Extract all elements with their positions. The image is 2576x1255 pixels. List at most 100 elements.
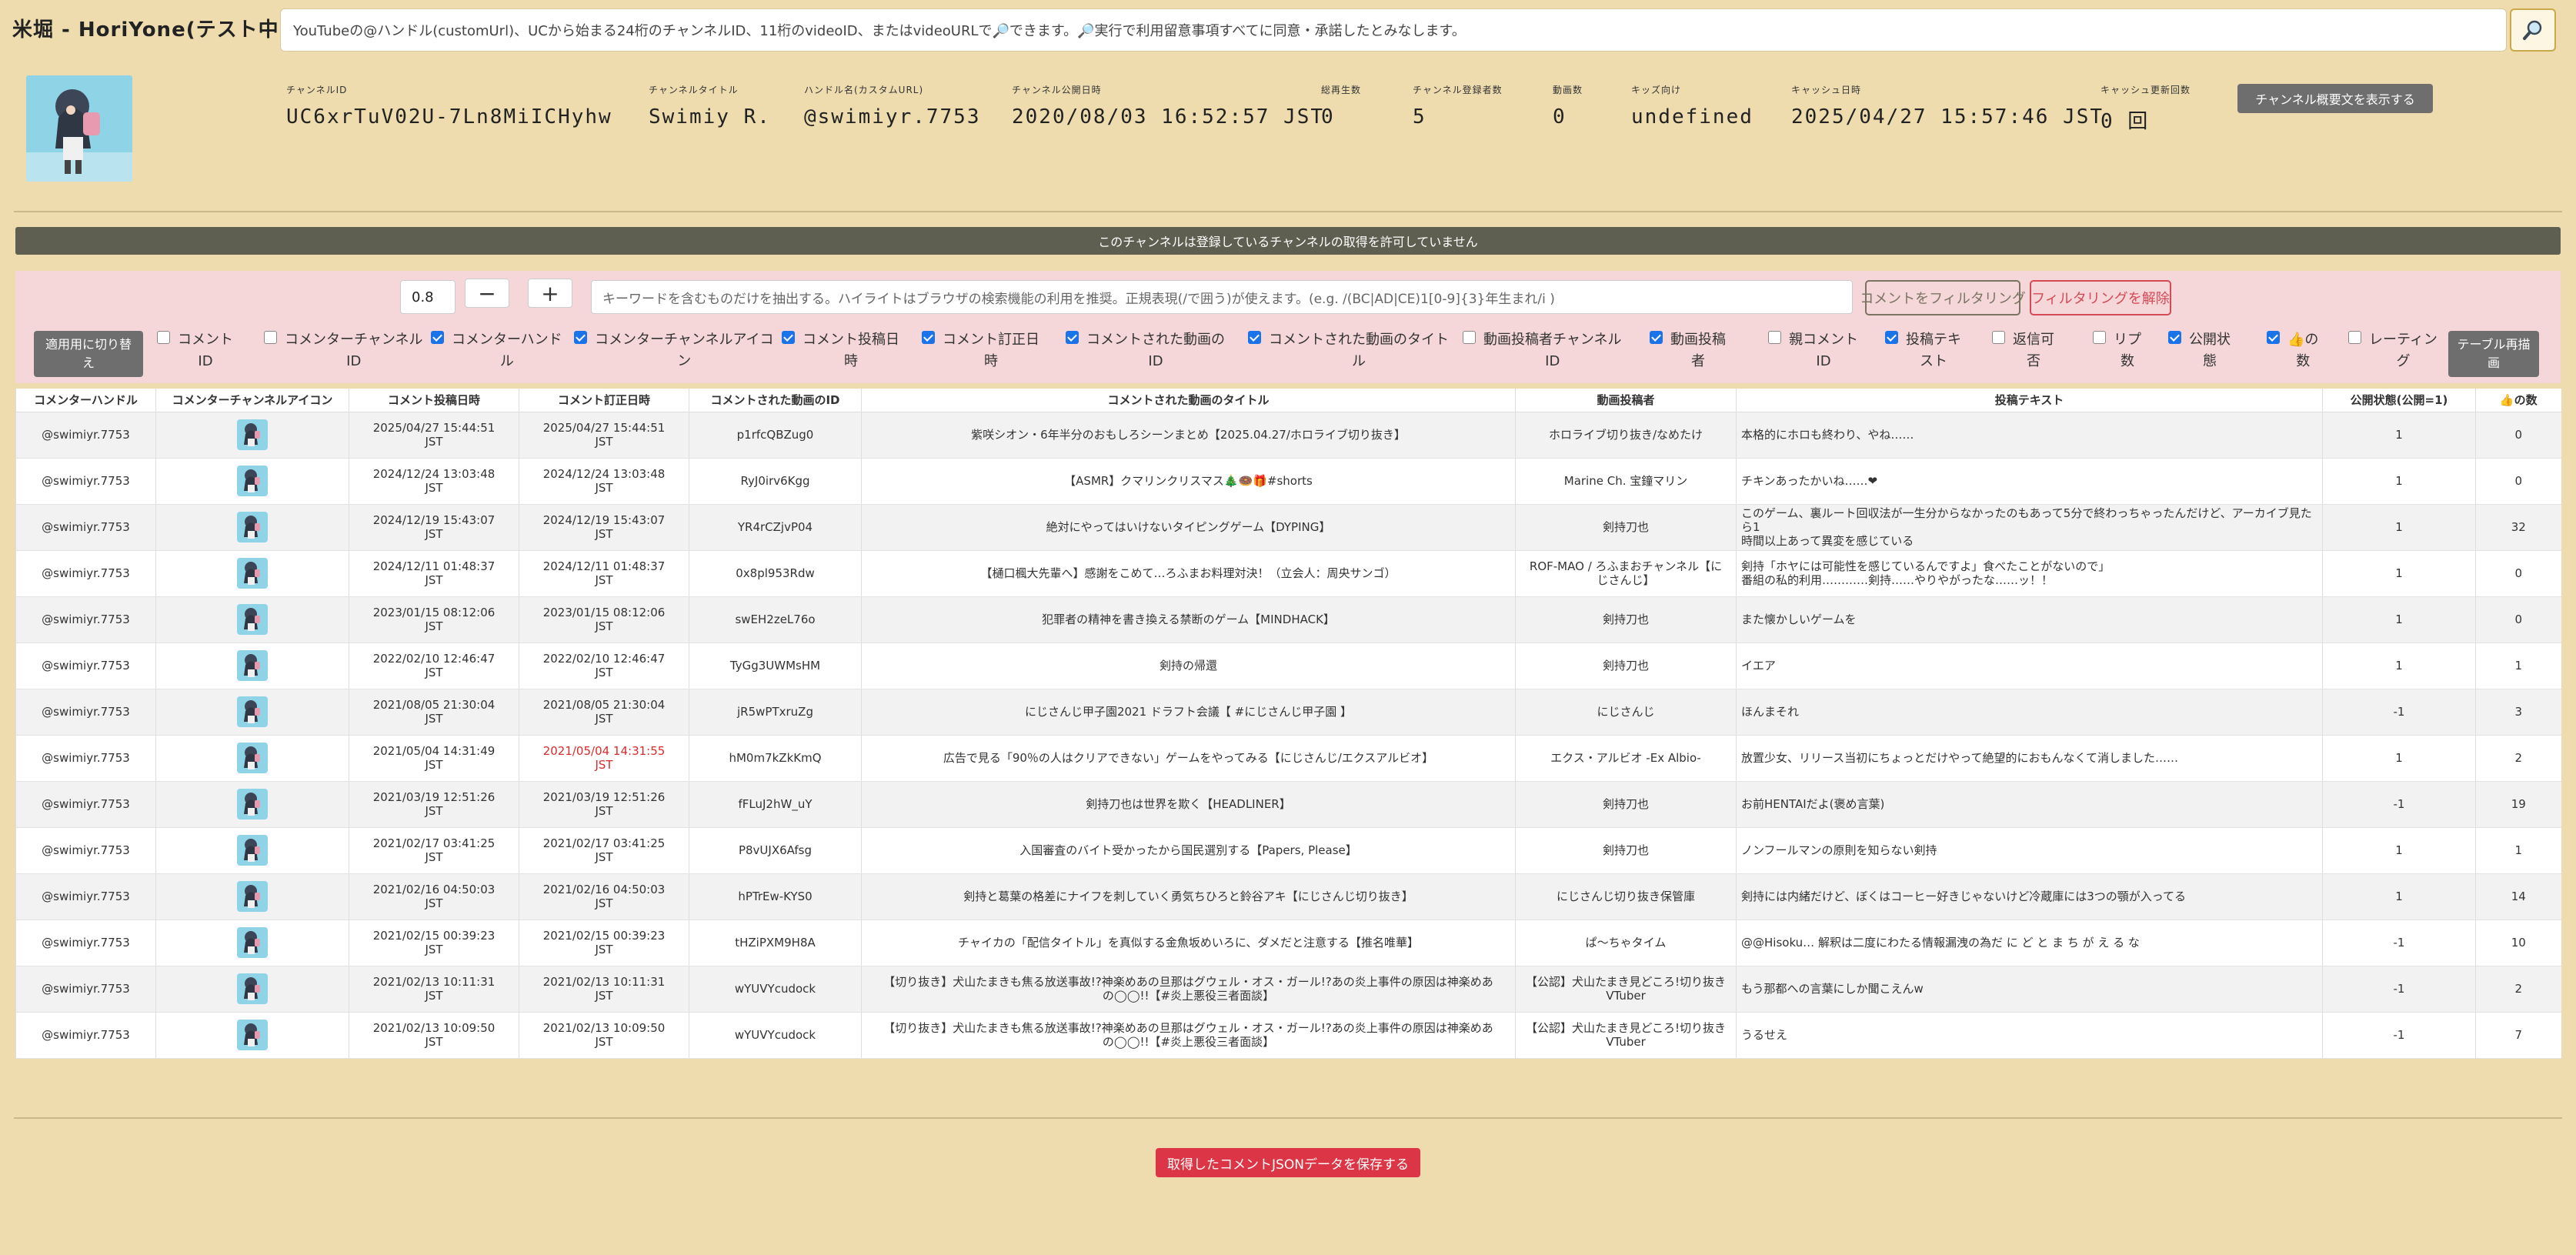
keyword-input[interactable]: キーワードを含むものだけを抽出する。ハイライトはブラウザの検索機能の利用を推奨。… xyxy=(591,280,1853,314)
column-toggle[interactable]: 公開状態 xyxy=(2168,329,2231,372)
column-header[interactable]: コメントされた動画のID xyxy=(689,389,862,412)
table-row[interactable]: @swimiyr.7753 2023/01/15 08:12:06 JST 2023/… xyxy=(15,596,2561,643)
checkbox-unchecked[interactable] xyxy=(264,331,277,344)
checkbox-checked[interactable] xyxy=(431,331,444,344)
redraw-table-button[interactable]: テーブル再描画 xyxy=(2448,331,2539,377)
table-row[interactable]: @swimiyr.7753 2021/02/13 10:09:50 JST 2021/… xyxy=(15,1012,2561,1059)
column-toggle-label: 動画投稿者チャンネル ID xyxy=(1483,332,1622,369)
table-row[interactable]: @swimiyr.7753 2024/12/11 01:48:37 JST 2024/… xyxy=(15,550,2561,597)
cell-edited: 2024/12/11 01:48:37 JST xyxy=(519,550,689,597)
checkbox-unchecked[interactable] xyxy=(1992,331,2005,344)
cell-handle: @swimiyr.7753 xyxy=(15,735,156,782)
column-toggle-label: コメント投稿日時 xyxy=(802,332,899,369)
table-row[interactable]: @swimiyr.7753 2021/02/17 03:41:25 JST 2021/… xyxy=(15,827,2561,874)
cell-handle: @swimiyr.7753 xyxy=(15,827,156,874)
checkbox-checked[interactable] xyxy=(574,331,587,344)
checkbox-checked[interactable] xyxy=(922,331,935,344)
apply-toggle-button[interactable]: 適用用に切り替え xyxy=(34,331,143,377)
cell-likes: 2 xyxy=(2475,735,2561,782)
checkbox-unchecked[interactable] xyxy=(2093,331,2106,344)
table-row[interactable]: @swimiyr.7753 2025/04/27 15:44:51 JST 2025/… xyxy=(15,412,2561,459)
cell-text: もう那都への言葉にしか聞こえんw xyxy=(1736,966,2323,1013)
zoom-input[interactable]: 0.8 xyxy=(400,280,455,314)
column-toggle[interactable]: コメント投稿日時 xyxy=(782,329,899,372)
table-row[interactable]: @swimiyr.7753 2021/08/05 21:30:04 JST 2021/… xyxy=(15,689,2561,736)
column-toggle[interactable]: 返信可否 xyxy=(1992,329,2054,372)
info-cache-date: キャッシュ日時 2025/04/27 15:57:46 JST xyxy=(1791,85,2104,129)
column-toggle[interactable]: コメンターハンドル xyxy=(431,329,562,372)
cell-handle: @swimiyr.7753 xyxy=(15,781,156,828)
column-toggle-label: コメンターチャンネルアイコン xyxy=(595,332,774,369)
cell-handle: @swimiyr.7753 xyxy=(15,873,156,920)
table-row[interactable]: @swimiyr.7753 2021/03/19 12:51:26 JST 2021/… xyxy=(15,781,2561,828)
zoom-minus-button[interactable]: − xyxy=(465,279,509,308)
column-header[interactable]: コメント訂正日時 xyxy=(519,389,689,412)
checkbox-unchecked[interactable] xyxy=(2348,331,2361,344)
search-button[interactable] xyxy=(2510,8,2556,52)
cell-likes: 10 xyxy=(2475,920,2561,966)
checkbox-checked[interactable] xyxy=(782,331,795,344)
info-published: チャンネル公開日時 2020/08/03 16:52:57 JST xyxy=(1012,85,1325,129)
column-toggle[interactable]: コメント ID xyxy=(157,329,233,372)
table-row[interactable]: @swimiyr.7753 2021/02/13 10:11:31 JST 2021/… xyxy=(15,966,2561,1013)
cell-text: 剣持には内緒だけど、ぼくはコーヒー好きじゃないけど冷蔵庫には3つの顎が入ってる xyxy=(1736,873,2323,920)
column-header[interactable]: コメント投稿日時 xyxy=(349,389,519,412)
table-row[interactable]: @swimiyr.7753 2024/12/24 13:03:48 JST 2024/… xyxy=(15,458,2561,505)
cell-edited: 2021/08/05 21:30:04 JST xyxy=(519,689,689,736)
column-header[interactable]: 動画投稿者 xyxy=(1515,389,1737,412)
checkbox-checked[interactable] xyxy=(1885,331,1898,344)
column-toggle[interactable]: 動画投稿者 xyxy=(1650,329,1726,372)
cell-avatar xyxy=(155,412,349,459)
cell-posted: 2021/05/04 14:31:49 JST xyxy=(349,735,519,782)
column-toggle-label: 動画投稿者 xyxy=(1670,332,1726,369)
checkbox-unchecked[interactable] xyxy=(157,331,170,344)
checkbox-unchecked[interactable] xyxy=(1463,331,1476,344)
checkbox-checked[interactable] xyxy=(1066,331,1079,344)
table-row[interactable]: @swimiyr.7753 2021/02/15 00:39:23 JST 2021/… xyxy=(15,920,2561,966)
cell-uploader: ホロライブ切り抜き/なめたけ xyxy=(1515,412,1737,459)
clear-filter-button[interactable]: フィルタリングを解除 xyxy=(2030,280,2171,315)
column-toggle[interactable]: 投稿テキ スト xyxy=(1885,329,1961,372)
table-row[interactable]: @swimiyr.7753 2024/12/19 15:43:07 JST 2024/… xyxy=(15,504,2561,551)
column-toggle[interactable]: コメント訂正日時 xyxy=(922,329,1039,372)
table-row[interactable]: @swimiyr.7753 2021/02/16 04:50:03 JST 2021/… xyxy=(15,873,2561,920)
cell-avatar xyxy=(155,596,349,643)
cell-text: お前HENTAIだよ(褒め言葉) xyxy=(1736,781,2323,828)
column-toggle[interactable]: コメンターチャンネル ID xyxy=(264,329,422,372)
column-header[interactable]: 👍の数 xyxy=(2475,389,2561,412)
column-toggle[interactable]: 動画投稿者チャンネル ID xyxy=(1463,329,1621,372)
column-header[interactable]: 投稿テキスト xyxy=(1736,389,2323,412)
commenter-avatar-icon xyxy=(237,419,268,450)
column-toggle[interactable]: コメンターチャンネルアイコン xyxy=(574,329,774,372)
show-description-button[interactable]: チャンネル概要文を表示する xyxy=(2237,84,2433,113)
cell-video-id: 0x8pl953Rdw xyxy=(689,550,862,597)
commenter-avatar-icon xyxy=(237,881,268,912)
checkbox-checked[interactable] xyxy=(2267,331,2280,344)
checkbox-checked[interactable] xyxy=(1248,331,1261,344)
checkbox-unchecked[interactable] xyxy=(1768,331,1781,344)
checkbox-checked[interactable] xyxy=(1650,331,1663,344)
column-toggle-label: 投稿テキ スト xyxy=(1906,332,1961,369)
column-header[interactable]: コメンターチャンネルアイコン xyxy=(155,389,349,412)
column-toggle[interactable]: 👍の数 xyxy=(2267,329,2318,372)
column-header[interactable]: コメンターハンドル xyxy=(15,389,156,412)
column-toggle[interactable]: 親コメント ID xyxy=(1768,329,1858,372)
top-bar: 米堀 - HoriYone(テスト中) YouTubeの@ハンドル(custom… xyxy=(0,0,2576,60)
column-header[interactable]: コメントされた動画のタイトル xyxy=(861,389,1516,412)
table-row[interactable]: @swimiyr.7753 2021/05/04 14:31:49 JST 2021/… xyxy=(15,735,2561,782)
cell-posted: 2021/08/05 21:30:04 JST xyxy=(349,689,519,736)
table-row[interactable]: @swimiyr.7753 2022/02/10 12:46:47 JST 2022/… xyxy=(15,643,2561,689)
column-toggle[interactable]: リプ数 xyxy=(2093,329,2141,372)
cell-video-title: 剣持の帰還 xyxy=(861,643,1516,689)
column-toggle[interactable]: コメントされた動画のタイトル xyxy=(1248,329,1449,372)
search-input[interactable]: YouTubeの@ハンドル(customUrl)、UCから始まる24桁のチャンネ… xyxy=(280,8,2507,52)
cell-posted: 2022/02/10 12:46:47 JST xyxy=(349,643,519,689)
column-toggle[interactable]: コメントされた動画の ID xyxy=(1066,329,1225,372)
filter-button[interactable]: コメントをフィルタリング xyxy=(1860,280,2026,315)
zoom-plus-button[interactable]: + xyxy=(528,279,572,308)
column-toggle[interactable]: レーティング xyxy=(2348,329,2438,372)
cell-text: ほんまそれ xyxy=(1736,689,2323,736)
checkbox-checked[interactable] xyxy=(2168,331,2181,344)
column-header[interactable]: 公開状態(公開=1) xyxy=(2322,389,2476,412)
save-json-button[interactable]: 取得したコメントJSONデータを保存する xyxy=(1156,1148,1420,1177)
